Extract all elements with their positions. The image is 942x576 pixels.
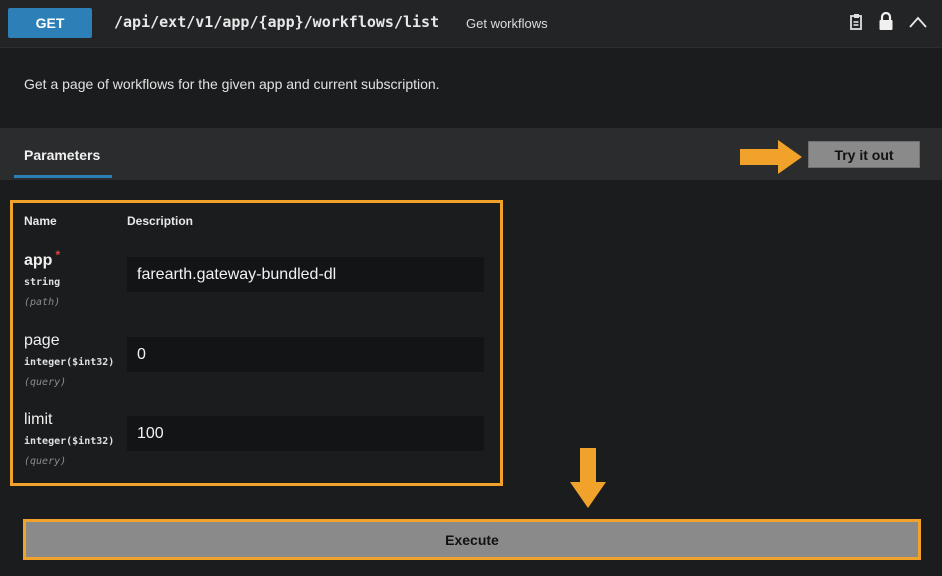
tab-underline — [14, 175, 112, 178]
page-input[interactable] — [127, 337, 484, 372]
endpoint-header[interactable]: GET /api/ext/v1/app/{app}/workflows/list… — [0, 0, 942, 48]
lock-icon[interactable] — [878, 12, 894, 31]
copy-icon[interactable] — [850, 13, 864, 30]
param-in-page: (query) — [24, 377, 67, 388]
app-input[interactable] — [127, 257, 484, 292]
chevron-up-icon[interactable] — [908, 15, 928, 29]
endpoint-path: /api/ext/v1/app/{app}/workflows/list — [114, 13, 440, 31]
limit-input[interactable] — [127, 416, 484, 451]
endpoint-summary: Get workflows — [466, 16, 548, 31]
param-name-app: app * — [24, 248, 61, 269]
column-header-description: Description — [127, 214, 194, 228]
method-badge: GET — [8, 8, 92, 38]
param-type-app: string — [24, 277, 61, 288]
required-marker: * — [55, 248, 61, 262]
param-in-limit: (query) — [24, 456, 67, 467]
endpoint-description: Get a page of workflows for the given ap… — [24, 76, 440, 92]
try-it-out-button[interactable]: Try it out — [808, 141, 920, 168]
param-type-limit: integer($int32) — [24, 436, 115, 447]
arrow-down-annotation — [570, 448, 606, 508]
param-type-page: integer($int32) — [24, 357, 115, 368]
tab-parameters[interactable]: Parameters — [24, 147, 100, 163]
param-name-page: page — [24, 332, 60, 349]
arrow-right-annotation — [740, 140, 802, 174]
execute-button[interactable]: Execute — [26, 522, 918, 557]
param-in-app: (path) — [24, 297, 61, 308]
param-name-limit: limit — [24, 411, 53, 428]
column-header-name: Name — [24, 214, 57, 228]
